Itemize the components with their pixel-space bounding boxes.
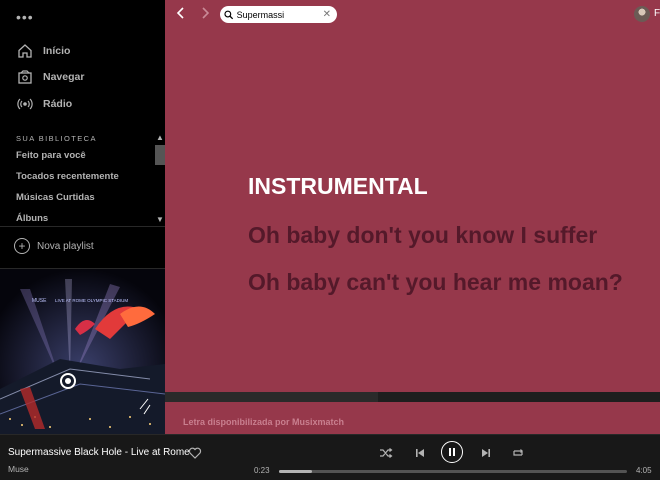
skip-back-icon bbox=[416, 449, 424, 457]
nav-item-home[interactable]: Início bbox=[16, 41, 70, 61]
play-pause-button[interactable] bbox=[441, 441, 463, 463]
search-bar[interactable]: ✕ bbox=[220, 6, 337, 23]
album-band-text: MUSE bbox=[32, 298, 47, 304]
time-elapsed: 0:23 bbox=[254, 466, 270, 475]
chevron-right-icon bbox=[202, 7, 210, 19]
heart-icon bbox=[188, 447, 202, 459]
shuffle-button[interactable] bbox=[378, 445, 394, 461]
shuffle-icon bbox=[380, 448, 393, 458]
repeat-icon bbox=[513, 449, 523, 456]
nav-item-label: Navegar bbox=[43, 71, 85, 83]
spotify-app: ••• Início Navegar Rádio SUA BIBLIOTECA … bbox=[0, 0, 660, 480]
home-icon bbox=[16, 42, 34, 60]
menu-dots-button[interactable]: ••• bbox=[16, 10, 34, 24]
library-heading: SUA BIBLIOTECA bbox=[16, 134, 97, 143]
avatar[interactable] bbox=[634, 6, 650, 22]
skip-forward-icon bbox=[482, 449, 490, 457]
previous-button[interactable] bbox=[412, 445, 428, 461]
repeat-button[interactable] bbox=[510, 445, 526, 461]
library-item-liked-songs[interactable]: Músicas Curtidas bbox=[16, 192, 95, 203]
nav-item-browse[interactable]: Navegar bbox=[16, 67, 84, 87]
back-button[interactable] bbox=[173, 6, 189, 24]
sidebar-divider bbox=[0, 226, 165, 227]
nav-item-label: Rádio bbox=[43, 98, 73, 110]
lyrics-progress-fill bbox=[165, 392, 378, 402]
sidebar: ••• Início Navegar Rádio SUA BIBLIOTECA … bbox=[0, 0, 165, 434]
seek-bar-fill bbox=[279, 470, 312, 473]
lyrics-provider-text: Letra disponibilizada por Musixmatch bbox=[183, 417, 345, 427]
album-art[interactable]: MUSE LIVE AT ROME OLYMPIC STADIUM bbox=[0, 269, 165, 434]
upcoming-lyric-line: Oh baby don't you know I suffer bbox=[248, 222, 598, 248]
library-item-made-for-you[interactable]: Feito para você bbox=[16, 150, 86, 161]
album-subtitle-text: LIVE AT ROME OLYMPIC STADIUM bbox=[55, 298, 128, 303]
library-scrollbar-thumb[interactable] bbox=[155, 145, 165, 165]
pause-icon bbox=[449, 448, 455, 456]
user-name[interactable]: Fe bbox=[654, 8, 660, 19]
player-bar: Supermassive Black Hole - Live at Rome M… bbox=[0, 434, 660, 480]
library-item-recently-played[interactable]: Tocados recentemente bbox=[16, 171, 119, 182]
upcoming-lyric-line: Oh baby can't you hear me moan? bbox=[248, 269, 623, 295]
like-button[interactable] bbox=[188, 446, 202, 460]
forward-button[interactable] bbox=[197, 6, 213, 24]
library-item-albums[interactable]: Álbuns bbox=[16, 213, 48, 224]
seek-bar[interactable] bbox=[279, 470, 627, 473]
chevron-left-icon bbox=[176, 7, 184, 19]
clear-search-icon[interactable]: ✕ bbox=[323, 9, 331, 20]
nav-item-label: Início bbox=[43, 45, 71, 57]
new-playlist-label: Nova playlist bbox=[37, 240, 94, 252]
search-input[interactable] bbox=[236, 9, 323, 20]
time-total: 4:05 bbox=[636, 466, 652, 475]
next-button[interactable] bbox=[478, 445, 494, 461]
new-playlist-button[interactable]: + Nova playlist bbox=[14, 238, 94, 254]
track-title[interactable]: Supermassive Black Hole - Live at Rome bbox=[8, 447, 190, 458]
search-icon bbox=[224, 10, 234, 19]
lyrics-view: ✕ Fe INSTRUMENTAL Oh baby don't you know… bbox=[165, 0, 660, 434]
current-lyric-line: INSTRUMENTAL bbox=[248, 173, 428, 199]
plus-icon: + bbox=[14, 238, 30, 254]
browse-icon bbox=[16, 68, 34, 86]
scroll-down-icon[interactable]: ▼ bbox=[155, 215, 165, 225]
scroll-up-icon[interactable]: ▲ bbox=[155, 133, 165, 143]
track-artist[interactable]: Muse bbox=[8, 464, 29, 474]
radio-icon bbox=[16, 95, 34, 113]
nav-item-radio[interactable]: Rádio bbox=[16, 94, 72, 114]
lyrics-progress-strip bbox=[165, 392, 660, 402]
